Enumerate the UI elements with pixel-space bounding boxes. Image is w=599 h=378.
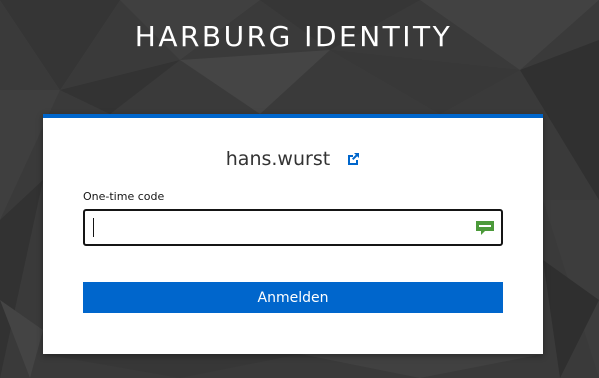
user-row: hans.wurst	[43, 146, 543, 171]
username: hans.wurst	[225, 147, 331, 170]
otp-field[interactable]	[83, 209, 503, 246]
otp-label: One-time code	[83, 190, 165, 203]
sms-message-icon	[476, 221, 494, 235]
realm-title: HARBURG IDENTITY	[134, 20, 453, 53]
text-caret	[93, 218, 94, 237]
external-link-icon[interactable]	[346, 152, 360, 166]
otp-input[interactable]	[85, 211, 465, 244]
login-card: hans.wurst One-time code Anmelden	[43, 114, 543, 354]
sign-in-button[interactable]: Anmelden	[83, 282, 503, 313]
